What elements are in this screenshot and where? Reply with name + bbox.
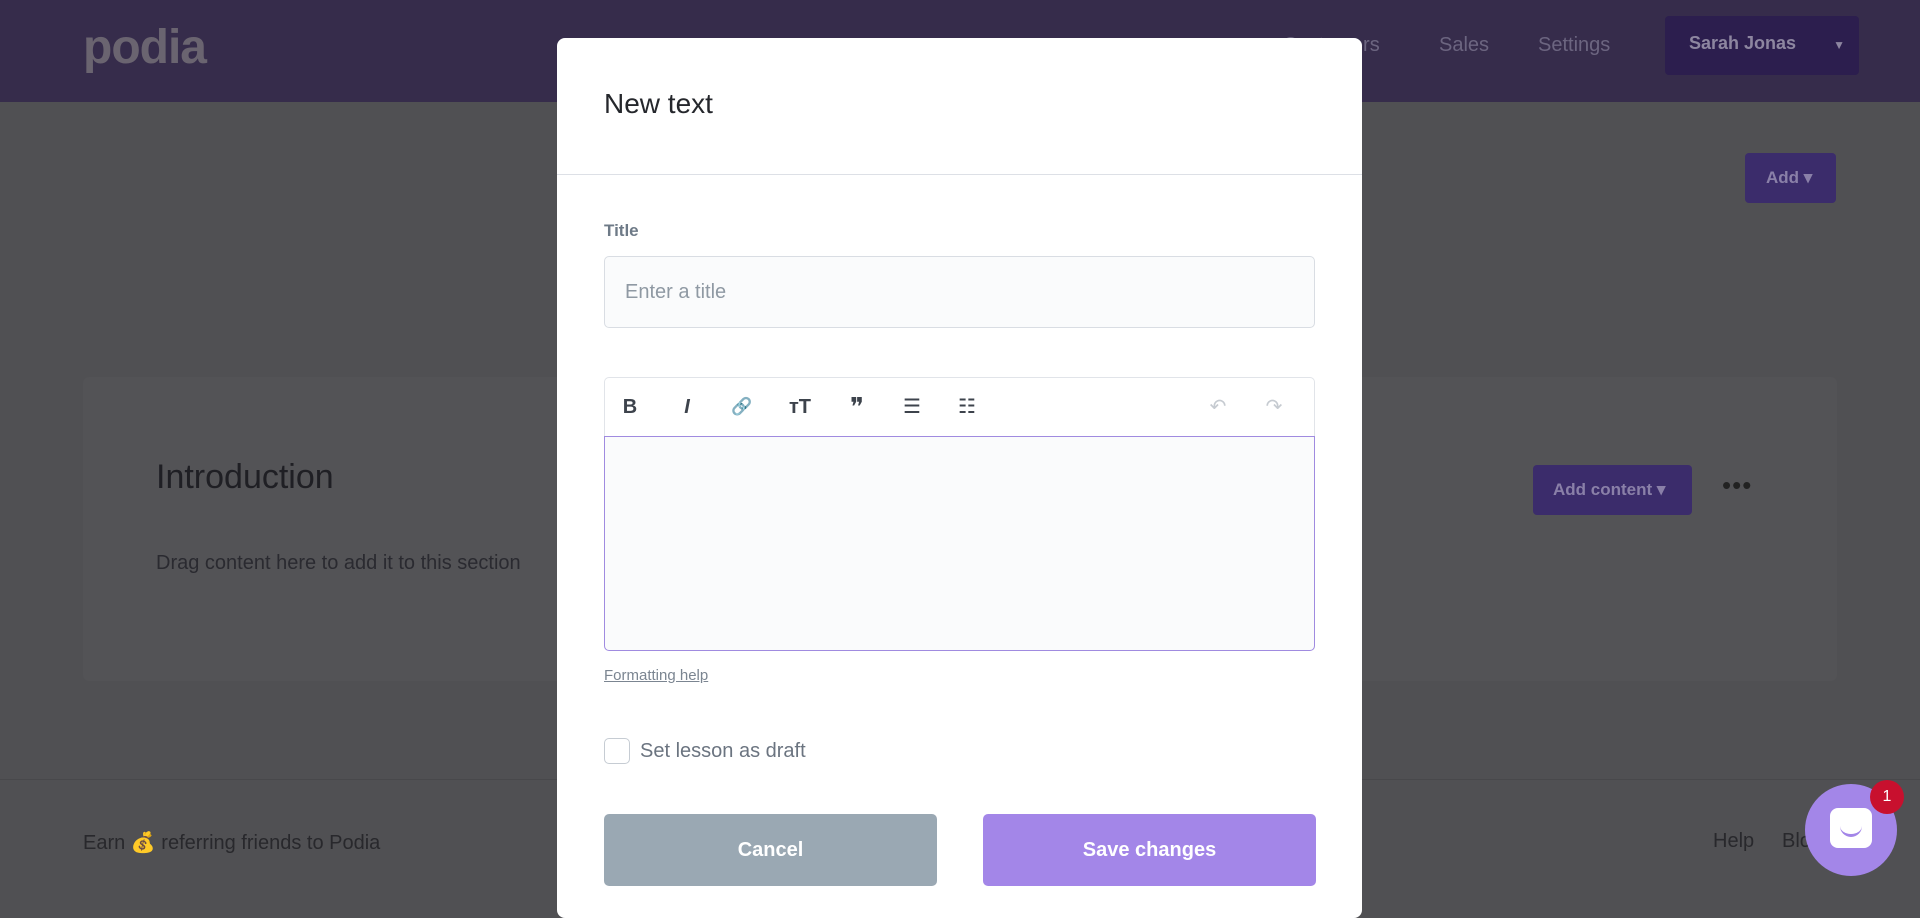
user-menu-button[interactable]: Sarah Jonas ▼ — [1665, 16, 1859, 75]
earn-prefix: Earn — [83, 832, 126, 854]
title-label: Title — [604, 221, 639, 240]
nav-sales[interactable]: Sales — [1439, 34, 1489, 57]
modal-title: New text — [604, 88, 713, 119]
footer-help-link[interactable]: Help — [1713, 830, 1754, 853]
bullet-list-icon[interactable]: ☰ — [897, 392, 927, 422]
user-name: Sarah Jonas — [1689, 33, 1797, 53]
podia-logo[interactable]: podia — [83, 20, 207, 75]
italic-icon[interactable]: I — [672, 392, 702, 422]
bold-icon[interactable]: B — [615, 392, 645, 422]
redo-icon[interactable]: ↷ — [1259, 392, 1289, 422]
add-button[interactable]: Add ▾ — [1745, 153, 1836, 203]
drop-hint: Drag content here to add it to this sect… — [156, 552, 521, 574]
draft-checkbox-row[interactable]: Set lesson as draft — [604, 738, 806, 764]
undo-icon[interactable]: ↶ — [1203, 392, 1233, 422]
editor-toolbar: B I 🔗 тT ❞ ☰ ☷ ↶ ↷ — [604, 377, 1315, 436]
more-options-icon[interactable]: ••• — [1722, 470, 1752, 501]
referral-link[interactable]: Earn 💰 referring friends to Podia — [83, 830, 380, 855]
link-icon[interactable]: 🔗 — [727, 392, 757, 422]
quote-icon[interactable]: ❞ — [842, 392, 872, 422]
title-input[interactable] — [604, 256, 1315, 328]
heading-icon[interactable]: тT — [785, 392, 815, 422]
numbered-list-icon[interactable]: ☷ — [952, 392, 982, 422]
draft-checkbox[interactable] — [604, 738, 630, 764]
save-changes-button[interactable]: Save changes — [983, 814, 1316, 886]
notification-badge: 1 — [1870, 780, 1904, 814]
nav-settings[interactable]: Settings — [1538, 34, 1610, 57]
section-title: Introduction — [156, 458, 334, 496]
formatting-help-link[interactable]: Formatting help — [604, 667, 708, 684]
draft-label: Set lesson as draft — [640, 739, 806, 762]
new-text-modal: New text Title B I 🔗 тT ❞ ☰ ☷ ↶ ↷ Format… — [557, 38, 1362, 918]
caret-down-icon: ▼ — [1833, 38, 1845, 52]
chat-icon — [1830, 808, 1872, 848]
add-content-button[interactable]: Add content ▾ — [1533, 465, 1692, 515]
earn-suffix: referring friends to Podia — [161, 832, 381, 854]
cancel-button[interactable]: Cancel — [604, 814, 937, 886]
text-editor[interactable] — [604, 436, 1315, 651]
money-bag-icon: 💰 — [130, 832, 156, 854]
modal-divider — [557, 174, 1362, 175]
